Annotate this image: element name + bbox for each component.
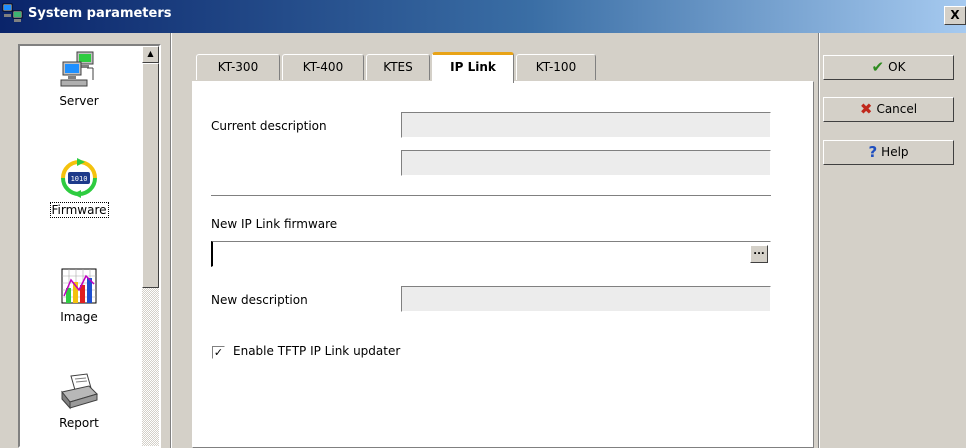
tab-label: KTES: [383, 60, 413, 74]
nav-scrollbar[interactable]: ▲: [142, 46, 159, 446]
current-description-field-1: [401, 112, 771, 138]
chart-image-icon: [61, 268, 97, 304]
up-arrow-icon: ▲: [147, 49, 154, 58]
nav-panel[interactable]: Server 1010 Firmware Image Report ▲: [18, 44, 161, 448]
current-description-label: Current description: [211, 119, 327, 133]
new-firmware-input[interactable]: [211, 241, 771, 267]
divider-line: [818, 33, 820, 448]
tab-kt-100[interactable]: KT-100: [516, 54, 596, 80]
svg-text:1010: 1010: [71, 175, 88, 183]
ok-label: OK: [888, 60, 906, 74]
tab-label: KT-100: [535, 60, 577, 74]
help-button[interactable]: ? Help: [823, 140, 954, 165]
title-bar[interactable]: System parameters X: [0, 0, 966, 33]
nav-item-report[interactable]: Report: [20, 372, 138, 430]
close-button[interactable]: X: [944, 6, 966, 25]
scroll-up-button[interactable]: ▲: [142, 46, 159, 63]
tab-ktes[interactable]: KTES: [366, 54, 430, 80]
window-title: System parameters: [28, 6, 172, 21]
cancel-button[interactable]: ✖ Cancel: [823, 97, 954, 122]
new-description-label: New description: [211, 293, 308, 307]
divider-line: [170, 33, 172, 448]
tab-ip-link[interactable]: IP Link: [432, 52, 514, 83]
close-icon: X: [950, 8, 960, 22]
tab-container: KT-300 KT-400 KTES IP Link KT-100 Curren…: [178, 38, 816, 448]
tftp-checkbox[interactable]: ✓: [212, 346, 225, 359]
ellipsis-icon: ...: [753, 246, 765, 257]
network-computers-icon: [2, 3, 23, 22]
browse-button[interactable]: ...: [750, 245, 768, 263]
ok-button[interactable]: ✔ OK: [823, 55, 954, 80]
tab-label: KT-400: [302, 60, 344, 74]
nav-item-image[interactable]: Image: [20, 266, 138, 324]
help-label: Help: [881, 145, 909, 159]
check-icon: ✓: [213, 346, 224, 359]
question-icon: ?: [868, 143, 878, 161]
cross-icon: ✖: [859, 100, 873, 118]
firmware-cycle-icon: 1010: [61, 158, 97, 198]
checkmark-icon: ✔: [871, 58, 885, 76]
nav-item-label: Image: [60, 310, 98, 324]
nav-item-label: Server: [59, 94, 99, 108]
section-divider: [211, 195, 771, 197]
tftp-checkbox-label[interactable]: Enable TFTP IP Link updater: [233, 344, 400, 358]
cancel-label: Cancel: [876, 102, 918, 116]
server-computers-icon: [60, 51, 94, 87]
tab-label: IP Link: [450, 60, 496, 74]
tab-kt-300[interactable]: KT-300: [196, 54, 280, 80]
ip-link-panel: Current description New IP Link firmware…: [192, 81, 814, 448]
nav-item-label: Firmware: [49, 202, 109, 218]
new-description-field[interactable]: [401, 286, 771, 312]
nav-item-label: Report: [59, 416, 99, 430]
current-description-field-2: [401, 150, 771, 176]
nav-item-server[interactable]: Server: [20, 50, 138, 108]
tab-label: KT-300: [217, 60, 259, 74]
scroll-thumb[interactable]: [142, 63, 159, 288]
tab-kt-400[interactable]: KT-400: [282, 54, 364, 80]
new-firmware-label: New IP Link firmware: [211, 217, 338, 231]
printer-icon: [61, 373, 98, 410]
nav-item-firmware[interactable]: 1010 Firmware: [20, 158, 138, 218]
